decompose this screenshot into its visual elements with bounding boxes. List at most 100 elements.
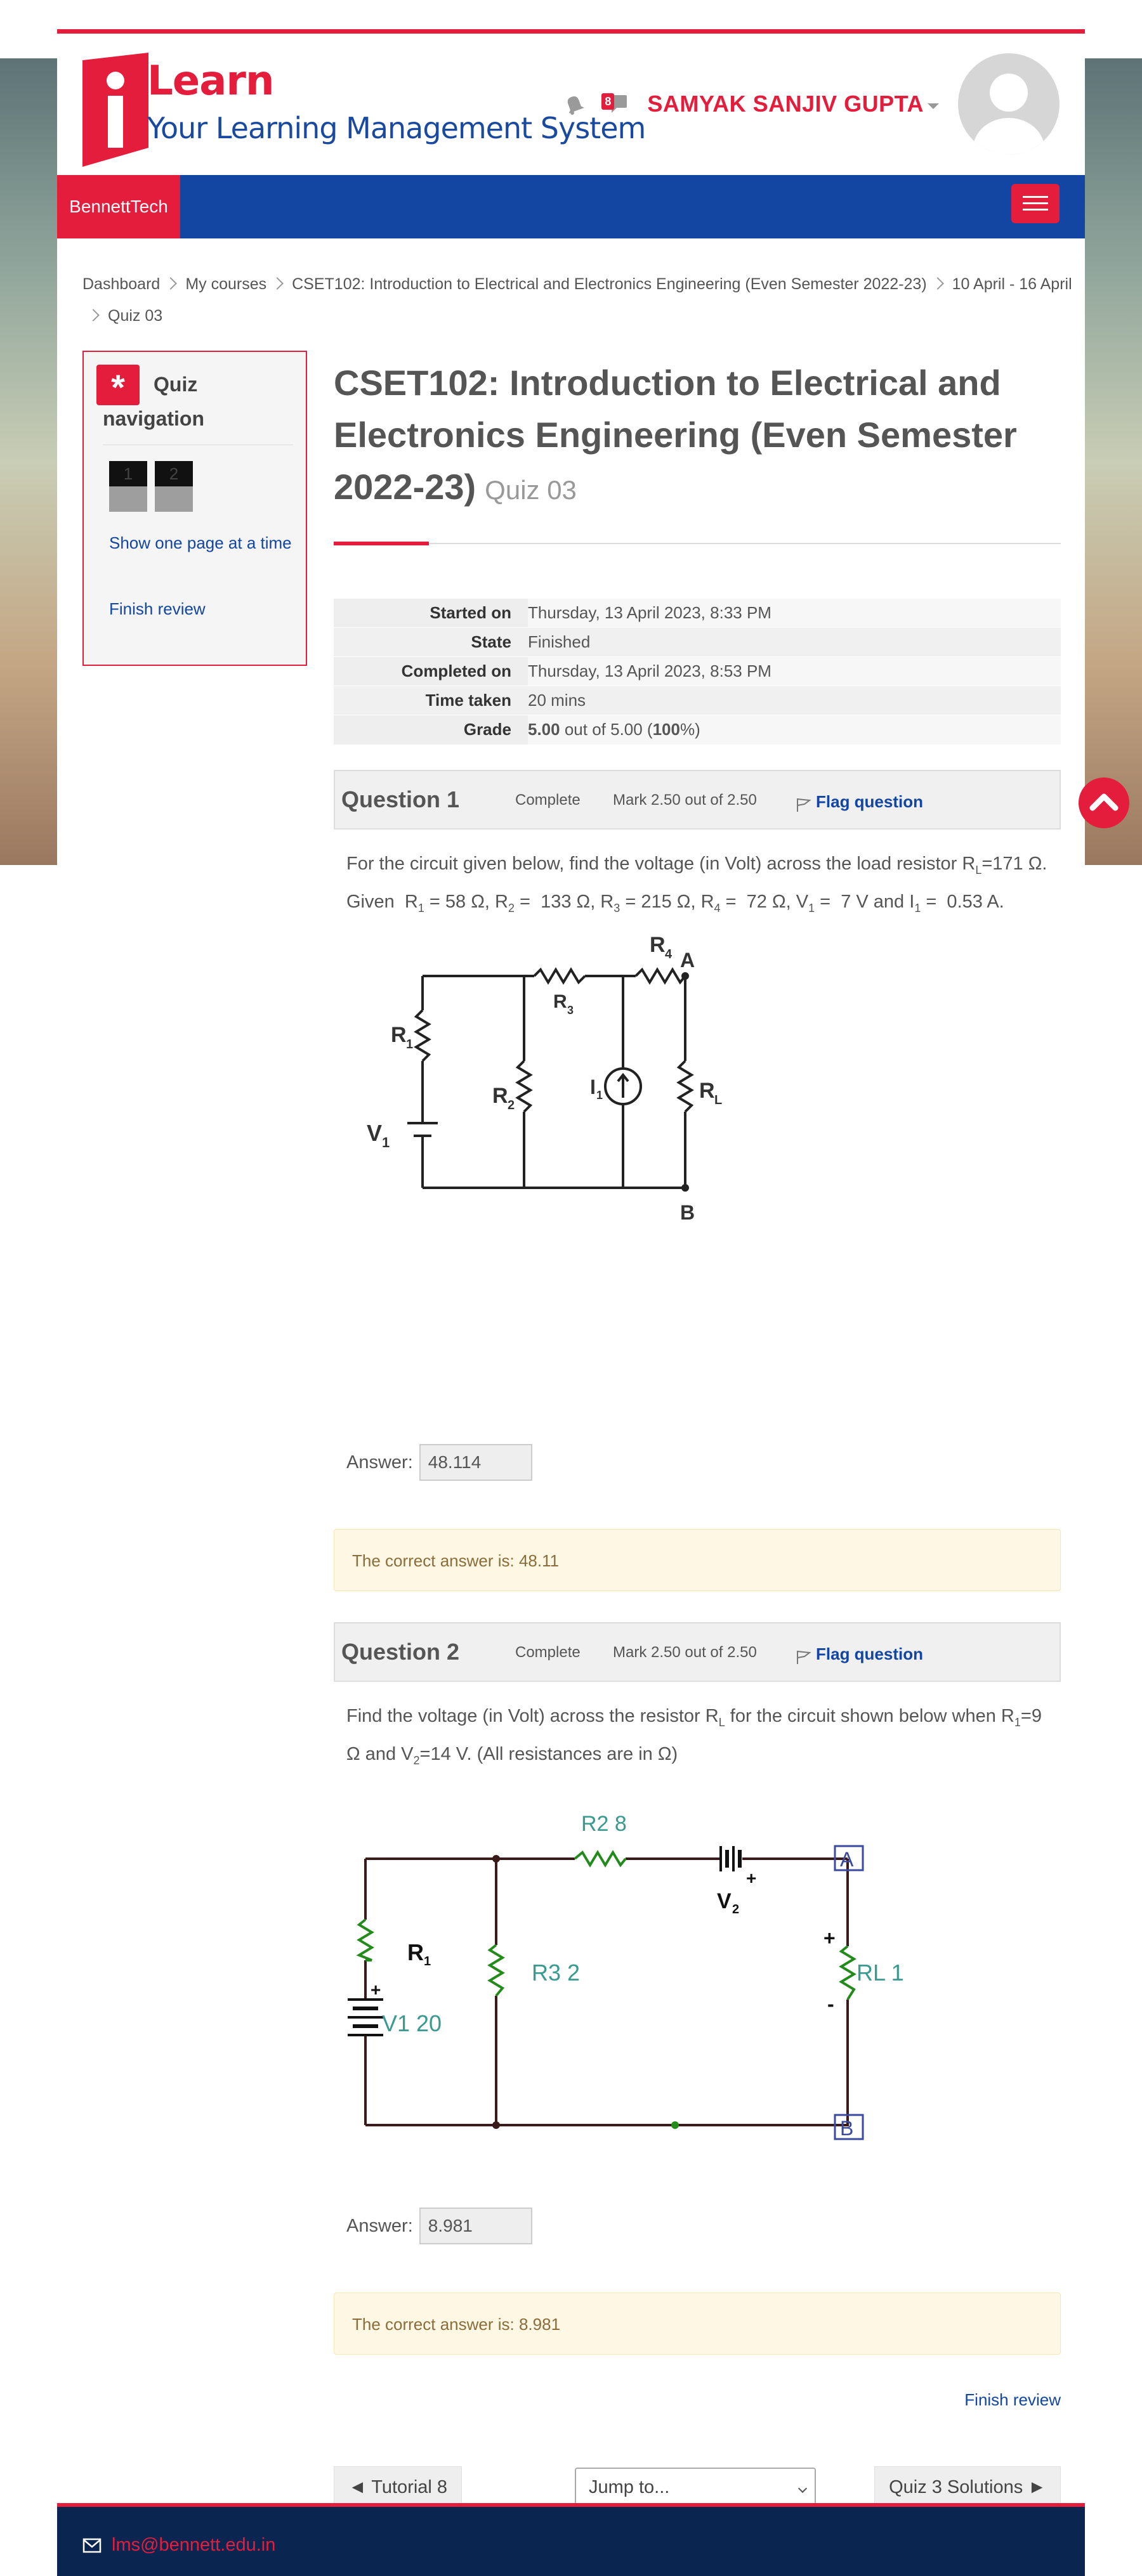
label-b: B	[840, 2117, 853, 2140]
breadcrumb-dashboard[interactable]: Dashboard	[82, 275, 160, 293]
messages-button[interactable]: 8	[601, 93, 628, 115]
svg-text:3: 3	[567, 1004, 574, 1017]
navbar-brand[interactable]: BennettTech	[57, 175, 180, 238]
question-number: 1	[109, 461, 147, 486]
label-v1: V	[367, 1120, 382, 1146]
label-r1: R	[407, 1939, 424, 1965]
answer-input[interactable]: 8.981	[419, 2208, 532, 2244]
polarity-plus: +	[746, 1868, 756, 1888]
main-content: CSET102: Introduction to Electrical and …	[334, 357, 1061, 2508]
chevron-right-icon	[164, 277, 178, 290]
polarity-minus: -	[827, 1993, 834, 2015]
question-1-circuit-diagram: R1 R2 R3 R4 RL I1 V1 A B	[367, 933, 722, 1224]
activity-navigation: ◄ Tutorial 8 Jump to... Quiz 3 Solutions…	[334, 2466, 1061, 2508]
summary-value: Thursday, 13 April 2023, 8:33 PM	[528, 598, 1061, 628]
label-r4: R	[650, 933, 666, 957]
finish-review-link[interactable]: Finish review	[964, 2390, 1061, 2410]
messages-count-badge: 8	[601, 93, 615, 110]
svg-text:1: 1	[382, 1135, 390, 1150]
summary-value: Thursday, 13 April 2023, 8:53 PM	[528, 656, 1061, 686]
question-2-text: Find the voltage (in Volt) across the re…	[346, 1706, 1042, 1767]
page-container: Learn Your Learning Management System 8 …	[57, 29, 1085, 2576]
question-mark: Mark 2.50 out of 2.50	[613, 1644, 757, 1661]
question-status-bar	[109, 486, 147, 512]
svg-text:4: 4	[665, 947, 673, 961]
flag-icon	[797, 798, 811, 812]
avatar[interactable]	[958, 53, 1060, 155]
question-2-header: Question 2 Complete Mark 2.50 out of 2.5…	[334, 1622, 1061, 1682]
table-row: Completed on Thursday, 13 April 2023, 8:5…	[334, 656, 1061, 686]
hamburger-icon[interactable]	[1011, 184, 1060, 223]
jump-to-select[interactable]: Jump to...	[575, 2468, 816, 2507]
scroll-to-top-button[interactable]	[1079, 777, 1129, 828]
label-r2: R	[492, 1084, 508, 1108]
summary-label: Time taken	[334, 686, 528, 715]
svg-text:2: 2	[732, 1903, 739, 1916]
question-number: Question 2	[341, 1639, 460, 1665]
next-activity-button[interactable]: Quiz 3 Solutions ►	[874, 2466, 1061, 2508]
flag-question-label: Flag question	[816, 791, 923, 811]
svg-text:1: 1	[406, 1038, 413, 1051]
table-row: Time taken 20 mins	[334, 686, 1061, 715]
chevron-right-icon	[931, 277, 944, 290]
label-r3: R3 2	[532, 1960, 580, 1986]
question-state: Complete	[515, 1644, 581, 1661]
previous-activity-button[interactable]: ◄ Tutorial 8	[334, 2466, 463, 2508]
breadcrumb-section[interactable]: 10 April - 16 April	[952, 275, 1072, 293]
quiz-navigation-title: Quiz navigation	[103, 373, 205, 430]
answer-label: Answer:	[346, 1452, 413, 1473]
svg-text:L: L	[714, 1093, 722, 1107]
footer-email: lms@bennett.edu.in	[112, 2535, 276, 2555]
chevron-down-icon[interactable]	[928, 103, 939, 109]
label-r1: R	[391, 1023, 407, 1047]
flag-icon	[797, 1650, 811, 1664]
summary-label: Completed on	[334, 656, 528, 686]
page-title: CSET102: Introduction to Electrical and …	[334, 357, 1061, 516]
site-logo[interactable]: Learn Your Learning Management System	[82, 53, 646, 167]
label-a: A	[840, 1848, 854, 1871]
table-row: Started on Thursday, 13 April 2023, 8:33 …	[334, 598, 1061, 628]
site-header: Learn Your Learning Management System 8 …	[57, 34, 1085, 175]
table-row: Grade 5.00 out of 5.00 (100%)	[334, 715, 1061, 745]
svg-text:1: 1	[596, 1089, 603, 1102]
question-1-answer-row: Answer: 48.114	[346, 1444, 532, 1481]
user-menu-name[interactable]: SAMYAK SANJIV GUPTA	[647, 91, 924, 117]
question-2-circuit-diagram: R2 8 R3 2 RL 10 V1 20 R1 V2 A B + + + -	[348, 1812, 905, 2140]
table-row: State Finished	[334, 627, 1061, 657]
grade-value: 5.00 out of 5.00 (100%)	[528, 715, 1061, 745]
question-2-answer-row: Answer: 8.981	[346, 2208, 532, 2244]
attempt-summary-table: Started on Thursday, 13 April 2023, 8:33 …	[334, 598, 1061, 745]
bell-icon[interactable]	[563, 93, 585, 115]
flag-question-button[interactable]: Flag question	[796, 790, 923, 813]
label-r2: R2 8	[581, 1812, 627, 1836]
flag-question-label: Flag question	[816, 1644, 923, 1663]
quiz-nav-question-1[interactable]: 1	[109, 461, 147, 512]
breadcrumb-course[interactable]: CSET102: Introduction to Electrical and …	[292, 275, 927, 293]
svg-text:1: 1	[424, 1955, 431, 1968]
answer-input[interactable]: 48.114	[419, 1444, 532, 1481]
quiz-navigation-block: * Quiz navigation 1 2 Show one page at a…	[82, 351, 307, 666]
label-v2: V	[717, 1889, 732, 1913]
chevron-up-icon	[1089, 793, 1119, 811]
summary-value: Finished	[528, 627, 1061, 657]
main-navbar: BennettTech	[57, 175, 1085, 238]
quiz-nav-question-2[interactable]: 2	[155, 461, 193, 512]
node-b	[681, 1184, 689, 1192]
question-number: Question 1	[341, 786, 460, 812]
answer-label: Answer:	[346, 2215, 413, 2236]
quiz-title: Quiz 03	[485, 475, 577, 505]
breadcrumb-quiz[interactable]: Quiz 03	[108, 307, 162, 325]
question-mark: Mark 2.50 out of 2.50	[613, 791, 757, 809]
user-silhouette-icon	[973, 74, 1044, 155]
logo-mark-icon	[82, 53, 148, 167]
finish-review-link[interactable]: Finish review	[109, 593, 299, 625]
svg-text:2: 2	[508, 1098, 515, 1112]
breadcrumb-my-courses[interactable]: My courses	[185, 275, 266, 293]
jump-to-label: Jump to...	[589, 2477, 670, 2497]
breadcrumb: Dashboard My courses CSET102: Introduction…	[82, 268, 1072, 332]
flag-question-button[interactable]: Flag question	[796, 1643, 923, 1665]
question-1-feedback: The correct answer is: 48.11	[334, 1529, 1061, 1591]
question-1-text: For the circuit given below, find the vo…	[346, 854, 1047, 914]
footer-email-link[interactable]: lms@bennett.edu.in	[82, 2535, 275, 2556]
show-one-page-link[interactable]: Show one page at a time	[109, 527, 299, 559]
